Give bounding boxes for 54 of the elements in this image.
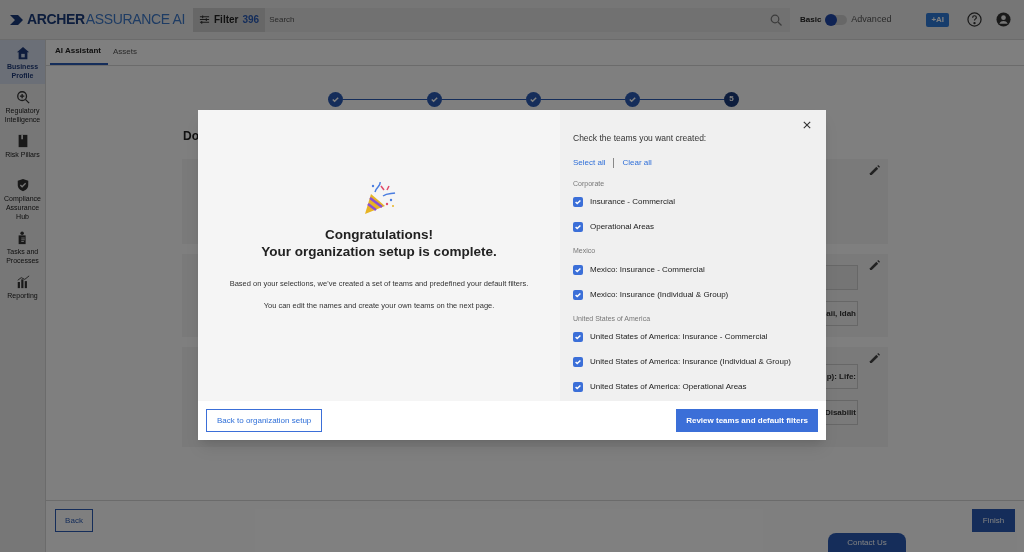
checkbox[interactable] [573,382,583,393]
team-label: Mexico: Insurance - Commercial [590,263,705,276]
logo-arrow-icon [10,14,26,25]
search-bar[interactable]: Filter 396 Search [193,7,790,32]
team-label: Operational Areas [590,221,655,234]
page-heading: Do [183,128,199,145]
step-number: 5 [724,91,739,107]
review-teams-button[interactable]: Review teams and default filters [676,409,818,432]
help-icon[interactable] [967,12,983,27]
tab[interactable]: AI Assistant [50,39,108,65]
finish-button[interactable]: Finish [972,509,1015,532]
step-check-icon [427,91,442,107]
checkbox[interactable] [573,197,583,208]
clear-all-link[interactable]: Clear all [622,156,652,169]
toggle-label: Basic [800,13,822,26]
team-label: United States of America: Insurance - Commercial [590,331,768,344]
checkbox[interactable] [573,357,583,368]
zoom-in-icon [15,90,30,104]
logo-text: ARCHER [27,10,85,29]
search-icon[interactable] [770,13,782,26]
bar-chart-icon [15,275,30,289]
mode-toggle[interactable] [825,14,848,25]
modal-title: Congratulations! [325,226,433,243]
pencil-icon[interactable] [869,260,880,271]
checkbox[interactable] [573,289,583,300]
pencil-icon[interactable] [869,165,880,176]
shield-check-icon [15,178,30,192]
team-label: United States of America: Insurance (Individual & Group) [590,356,791,369]
ai-button[interactable]: +AI [926,12,950,27]
sliders-icon [199,14,210,25]
close-icon[interactable] [803,121,811,129]
contact-us-button[interactable]: Contact Us [828,533,906,552]
select-all-link[interactable]: Select all [573,156,606,169]
search-field[interactable]: Search [265,7,770,32]
step-check-icon [328,91,343,107]
toggle-label: Advanced [851,12,892,26]
checkbox[interactable] [573,222,583,233]
back-to-setup-button[interactable]: Back to organization setup [206,409,323,432]
checkbox[interactable] [573,332,583,343]
team-label: United States of America: Operational Areas [590,381,747,394]
filter-button[interactable]: Filter 396 [193,7,266,32]
user-icon[interactable] [996,12,1012,27]
step-check-icon [625,91,640,107]
back-button[interactable]: Back [55,509,93,532]
tab[interactable]: Assets [108,39,142,65]
step-check-icon [526,91,541,107]
pencil-icon[interactable] [869,353,880,364]
team-prompt: Check the teams you want created: [573,132,708,145]
logo-subtext: ASSURANCE AI [85,10,186,29]
checkbox[interactable] [573,264,583,275]
team-label: Mexico: Insurance (Individual & Group) [590,288,729,301]
modal-title: Your organization setup is complete. [261,243,497,260]
home-icon [15,46,30,60]
team-label: Insurance - Commercial [590,196,675,209]
